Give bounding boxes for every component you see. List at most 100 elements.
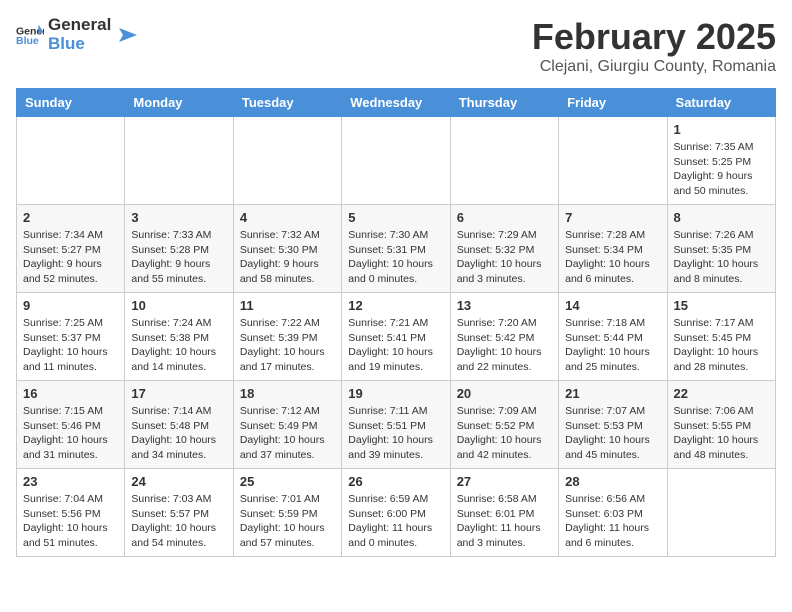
- day-info: Sunrise: 7:34 AM Sunset: 5:27 PM Dayligh…: [23, 228, 118, 287]
- day-info: Sunrise: 7:35 AM Sunset: 5:25 PM Dayligh…: [674, 140, 769, 199]
- day-info: Sunrise: 7:22 AM Sunset: 5:39 PM Dayligh…: [240, 316, 335, 375]
- day-info: Sunrise: 7:14 AM Sunset: 5:48 PM Dayligh…: [131, 404, 226, 463]
- calendar-cell: 12 Sunrise: 7:21 AM Sunset: 5:41 PM Dayli…: [342, 293, 450, 381]
- calendar-cell: 23Sunrise: 7:04 AM Sunset: 5:56 PM Dayli…: [17, 469, 125, 557]
- day-info: Sunrise: 7:25 AM Sunset: 5:37 PM Dayligh…: [23, 316, 118, 375]
- day-info: Sunrise: 7:29 AM Sunset: 5:32 PM Dayligh…: [457, 228, 552, 287]
- day-number: 28: [565, 474, 660, 489]
- day-info: Sunrise: 7:21 AM Sunset: 5:41 PM Dayligh…: [348, 316, 443, 375]
- day-info: Sunrise: 7:24 AM Sunset: 5:38 PM Dayligh…: [131, 316, 226, 375]
- day-info: Sunrise: 7:01 AM Sunset: 5:59 PM Dayligh…: [240, 492, 335, 551]
- page-header: General Blue General Blue February 2025 …: [16, 16, 776, 76]
- logo: General Blue General Blue: [16, 16, 137, 53]
- calendar-cell: [450, 117, 558, 205]
- calendar-cell: 10 Sunrise: 7:24 AM Sunset: 5:38 PM Dayli…: [125, 293, 233, 381]
- day-number: 15: [674, 298, 769, 313]
- calendar-cell: [233, 117, 341, 205]
- calendar-week-row: 2 Sunrise: 7:34 AM Sunset: 5:27 PM Daylig…: [17, 205, 776, 293]
- day-number: 13: [457, 298, 552, 313]
- calendar-cell: [17, 117, 125, 205]
- calendar-cell: 18 Sunrise: 7:12 AM Sunset: 5:49 PM Dayli…: [233, 381, 341, 469]
- logo-general: General: [48, 16, 111, 35]
- calendar-cell: 1 Sunrise: 7:35 AM Sunset: 5:25 PM Daylig…: [667, 117, 775, 205]
- day-number: 17: [131, 386, 226, 401]
- location-title: Clejani, Giurgiu County, Romania: [532, 58, 776, 76]
- column-header-monday: Monday: [125, 89, 233, 117]
- day-number: 7: [565, 210, 660, 225]
- calendar-week-row: 9 Sunrise: 7:25 AM Sunset: 5:37 PM Daylig…: [17, 293, 776, 381]
- calendar-cell: [125, 117, 233, 205]
- day-number: 26: [348, 474, 443, 489]
- calendar-cell: 5Sunrise: 7:30 AM Sunset: 5:31 PM Daylig…: [342, 205, 450, 293]
- day-number: 14: [565, 298, 660, 313]
- calendar-cell: 17 Sunrise: 7:14 AM Sunset: 5:48 PM Dayli…: [125, 381, 233, 469]
- day-number: 21: [565, 386, 660, 401]
- day-number: 12: [348, 298, 443, 313]
- calendar-cell: 26 Sunrise: 6:59 AM Sunset: 6:00 PM Dayli…: [342, 469, 450, 557]
- month-title: February 2025: [532, 16, 776, 58]
- day-number: 5: [348, 210, 443, 225]
- calendar-cell: 22Sunrise: 7:06 AM Sunset: 5:55 PM Dayli…: [667, 381, 775, 469]
- calendar-cell: 2 Sunrise: 7:34 AM Sunset: 5:27 PM Daylig…: [17, 205, 125, 293]
- calendar-cell: [342, 117, 450, 205]
- svg-text:Blue: Blue: [16, 35, 39, 47]
- calendar-week-row: 23Sunrise: 7:04 AM Sunset: 5:56 PM Dayli…: [17, 469, 776, 557]
- logo-icon: General Blue: [16, 23, 44, 47]
- day-info: Sunrise: 7:18 AM Sunset: 5:44 PM Dayligh…: [565, 316, 660, 375]
- day-number: 8: [674, 210, 769, 225]
- calendar-cell: 9 Sunrise: 7:25 AM Sunset: 5:37 PM Daylig…: [17, 293, 125, 381]
- day-info: Sunrise: 6:59 AM Sunset: 6:00 PM Dayligh…: [348, 492, 443, 551]
- column-header-thursday: Thursday: [450, 89, 558, 117]
- calendar-cell: 7 Sunrise: 7:28 AM Sunset: 5:34 PM Daylig…: [559, 205, 667, 293]
- calendar-cell: 24 Sunrise: 7:03 AM Sunset: 5:57 PM Dayli…: [125, 469, 233, 557]
- day-info: Sunrise: 7:03 AM Sunset: 5:57 PM Dayligh…: [131, 492, 226, 551]
- calendar-cell: 4Sunrise: 7:32 AM Sunset: 5:30 PM Daylig…: [233, 205, 341, 293]
- day-number: 11: [240, 298, 335, 313]
- day-info: Sunrise: 7:15 AM Sunset: 5:46 PM Dayligh…: [23, 404, 118, 463]
- day-info: Sunrise: 7:33 AM Sunset: 5:28 PM Dayligh…: [131, 228, 226, 287]
- calendar-cell: 16 Sunrise: 7:15 AM Sunset: 5:46 PM Dayli…: [17, 381, 125, 469]
- calendar-cell: 13Sunrise: 7:20 AM Sunset: 5:42 PM Dayli…: [450, 293, 558, 381]
- day-number: 23: [23, 474, 118, 489]
- day-info: Sunrise: 7:07 AM Sunset: 5:53 PM Dayligh…: [565, 404, 660, 463]
- column-header-saturday: Saturday: [667, 89, 775, 117]
- day-number: 22: [674, 386, 769, 401]
- day-info: Sunrise: 7:11 AM Sunset: 5:51 PM Dayligh…: [348, 404, 443, 463]
- day-number: 3: [131, 210, 226, 225]
- calendar-cell: 21 Sunrise: 7:07 AM Sunset: 5:53 PM Dayli…: [559, 381, 667, 469]
- title-block: February 2025 Clejani, Giurgiu County, R…: [532, 16, 776, 76]
- day-info: Sunrise: 7:28 AM Sunset: 5:34 PM Dayligh…: [565, 228, 660, 287]
- day-number: 24: [131, 474, 226, 489]
- day-number: 9: [23, 298, 118, 313]
- day-number: 20: [457, 386, 552, 401]
- calendar-cell: 3 Sunrise: 7:33 AM Sunset: 5:28 PM Daylig…: [125, 205, 233, 293]
- day-info: Sunrise: 7:09 AM Sunset: 5:52 PM Dayligh…: [457, 404, 552, 463]
- calendar-cell: 15 Sunrise: 7:17 AM Sunset: 5:45 PM Dayli…: [667, 293, 775, 381]
- day-number: 16: [23, 386, 118, 401]
- calendar-cell: 20 Sunrise: 7:09 AM Sunset: 5:52 PM Dayli…: [450, 381, 558, 469]
- day-number: 1: [674, 122, 769, 137]
- calendar-cell: 14 Sunrise: 7:18 AM Sunset: 5:44 PM Dayli…: [559, 293, 667, 381]
- calendar-cell: 25Sunrise: 7:01 AM Sunset: 5:59 PM Dayli…: [233, 469, 341, 557]
- calendar-table: SundayMondayTuesdayWednesdayThursdayFrid…: [16, 88, 776, 557]
- calendar-week-row: 1 Sunrise: 7:35 AM Sunset: 5:25 PM Daylig…: [17, 117, 776, 205]
- logo-arrow-icon: [115, 24, 137, 46]
- calendar-cell: 19 Sunrise: 7:11 AM Sunset: 5:51 PM Dayli…: [342, 381, 450, 469]
- day-number: 18: [240, 386, 335, 401]
- day-info: Sunrise: 7:12 AM Sunset: 5:49 PM Dayligh…: [240, 404, 335, 463]
- day-number: 10: [131, 298, 226, 313]
- calendar-cell: [667, 469, 775, 557]
- day-number: 4: [240, 210, 335, 225]
- day-info: Sunrise: 7:17 AM Sunset: 5:45 PM Dayligh…: [674, 316, 769, 375]
- column-header-sunday: Sunday: [17, 89, 125, 117]
- calendar-header-row: SundayMondayTuesdayWednesdayThursdayFrid…: [17, 89, 776, 117]
- calendar-cell: 6 Sunrise: 7:29 AM Sunset: 5:32 PM Daylig…: [450, 205, 558, 293]
- column-header-tuesday: Tuesday: [233, 89, 341, 117]
- day-info: Sunrise: 7:26 AM Sunset: 5:35 PM Dayligh…: [674, 228, 769, 287]
- day-number: 6: [457, 210, 552, 225]
- day-number: 19: [348, 386, 443, 401]
- calendar-cell: 27Sunrise: 6:58 AM Sunset: 6:01 PM Dayli…: [450, 469, 558, 557]
- calendar-cell: 8 Sunrise: 7:26 AM Sunset: 5:35 PM Daylig…: [667, 205, 775, 293]
- day-number: 27: [457, 474, 552, 489]
- day-number: 2: [23, 210, 118, 225]
